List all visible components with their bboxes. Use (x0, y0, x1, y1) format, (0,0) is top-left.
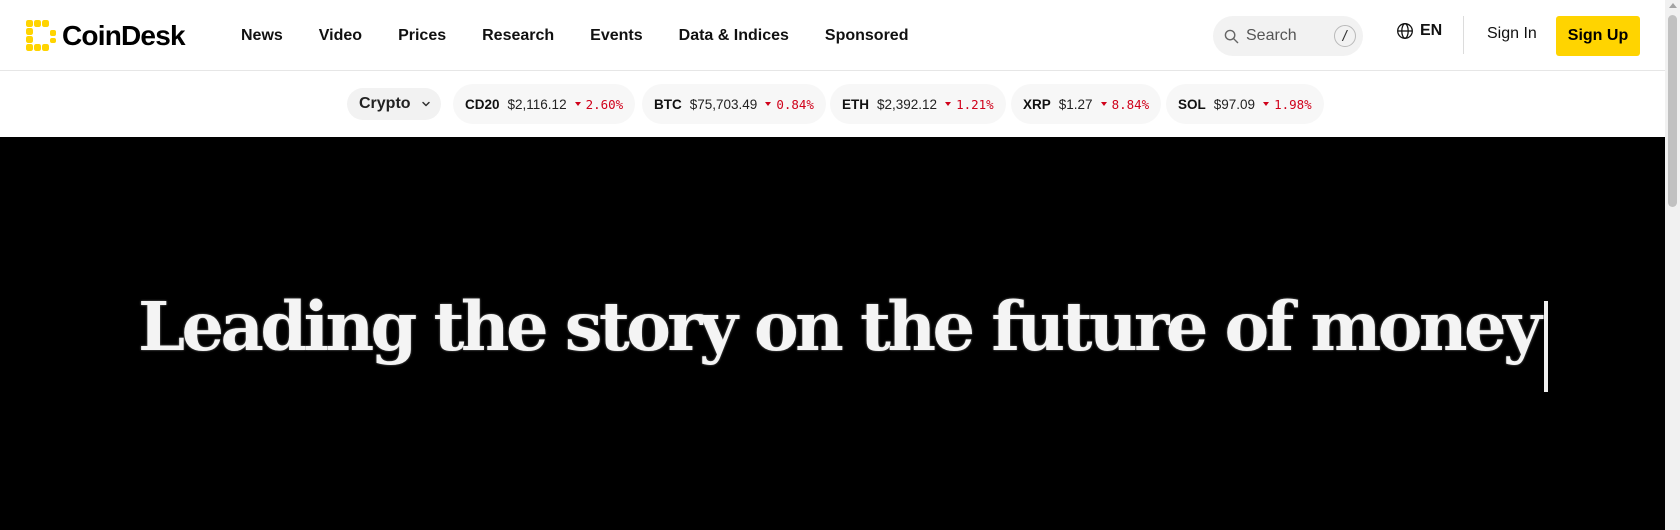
coindesk-logo[interactable]: CoinDesk (25, 18, 186, 53)
price-down-icon (574, 102, 581, 106)
nav-item-data-indices[interactable]: Data & Indices (679, 27, 789, 45)
ticker-symbol: SOL (1178, 96, 1206, 112)
ticker-symbol: ETH (842, 96, 869, 112)
scrollbar-thumb[interactable] (1668, 15, 1677, 207)
nav-item-research[interactable]: Research (482, 27, 554, 45)
ticker-price: $97.09 (1213, 96, 1256, 112)
price-ticker-bar: Crypto CD20 $2,116.12 2.60% BTC $75,703.… (0, 72, 1665, 137)
chevron-down-icon (421, 101, 430, 107)
search-shortcut-key: / (1334, 25, 1356, 47)
globe-icon (1397, 23, 1413, 39)
sign-in-link[interactable]: Sign In (1487, 25, 1537, 43)
ticker-item-xrp[interactable]: XRP $1.27 8.84% (1011, 84, 1162, 124)
ticker-item-eth[interactable]: ETH $2,392.12 1.21% (830, 84, 1006, 124)
price-down-icon (945, 102, 952, 106)
hero-headline: Leading the story on the future of money (138, 287, 1542, 366)
ticker-change: 1.21% (956, 96, 994, 112)
ticker-price: $75,703.49 (689, 96, 758, 112)
ticker-item-cd20[interactable]: CD20 $2,116.12 2.60% (453, 84, 636, 124)
price-down-icon (1263, 102, 1270, 106)
top-navigation-bar: CoinDesk News Video Prices Research Even… (0, 0, 1665, 71)
nav-item-sponsored[interactable]: Sponsored (825, 27, 909, 45)
ticker-price: $2,116.12 (507, 96, 567, 112)
nav-item-events[interactable]: Events (590, 27, 642, 45)
ticker-price: $2,392.12 (877, 96, 938, 112)
asset-class-label: Crypto (359, 95, 411, 112)
ticker-price: $1.27 (1058, 96, 1093, 112)
ticker-symbol: BTC (654, 96, 682, 112)
nav-item-news[interactable]: News (241, 27, 283, 45)
header-divider (1463, 16, 1464, 54)
asset-class-dropdown[interactable]: Crypto (347, 88, 441, 120)
hero-banner: Leading the story on the future of money (0, 137, 1665, 530)
scroll-up-arrow-icon[interactable] (1669, 3, 1677, 8)
ticker-item-sol[interactable]: SOL $97.09 1.98% (1166, 84, 1324, 124)
language-selector[interactable]: EN (1396, 22, 1442, 40)
ticker-change: 8.84% (1111, 96, 1150, 112)
language-label: EN (1420, 22, 1443, 39)
ticker-change: 0.84% (776, 96, 814, 112)
ticker-symbol: XRP (1023, 96, 1051, 112)
price-down-icon (1100, 102, 1107, 106)
ticker-change: 1.98% (1274, 96, 1312, 112)
nav-item-prices[interactable]: Prices (398, 27, 446, 45)
typing-cursor (1544, 301, 1548, 392)
brand-name: CoinDesk (62, 19, 186, 51)
price-down-icon (765, 102, 772, 106)
search-input[interactable] (1246, 27, 1326, 45)
sign-up-button[interactable]: Sign Up (1556, 16, 1640, 56)
ticker-change: 2.60% (585, 96, 624, 112)
ticker-symbol: CD20 (465, 96, 500, 112)
nav-item-video[interactable]: Video (319, 27, 362, 45)
search-icon (1224, 29, 1239, 43)
coindesk-logo-icon (26, 20, 56, 51)
main-nav: News Video Prices Research Events Data &… (241, 0, 944, 71)
search-box[interactable]: / (1213, 16, 1363, 56)
ticker-item-btc[interactable]: BTC $75,703.49 0.84% (642, 84, 826, 124)
page-scrollbar[interactable] (1665, 0, 1680, 530)
